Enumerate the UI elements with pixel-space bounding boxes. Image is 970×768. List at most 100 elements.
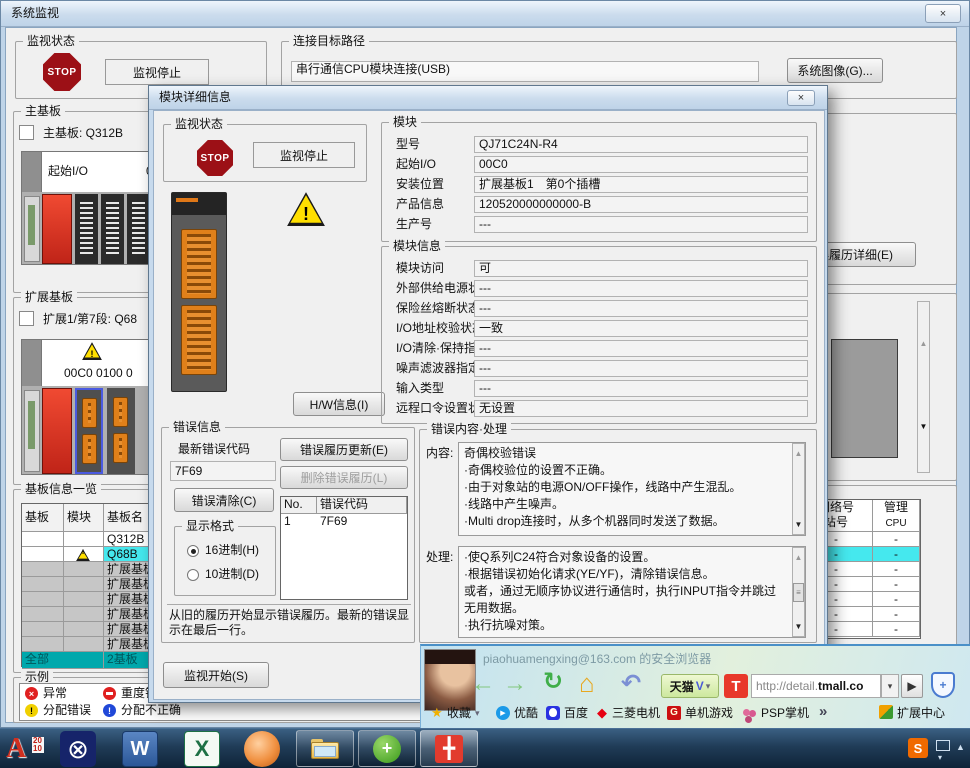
io-module — [101, 194, 124, 264]
window-switch-icon[interactable] — [936, 740, 950, 751]
dialog-title: 模块详细信息 — [159, 90, 231, 105]
error-action-box[interactable]: ·使Q系列C24符合对象设备的设置。 ·根据错误初始化请求(YE/YF)，清除错… — [458, 546, 806, 638]
module-led-strip — [176, 198, 198, 202]
slot-card — [28, 401, 35, 449]
undo-icon[interactable]: ↶ — [621, 672, 641, 696]
explorer-taskbar-button[interactable] — [296, 730, 354, 767]
field-label: 噪声滤波器指定 — [396, 361, 480, 376]
chevron-down-icon[interactable]: ▾ — [938, 754, 942, 762]
assign-error-icon: ! — [25, 704, 38, 717]
back-icon[interactable]: ← — [471, 672, 495, 696]
gx-works-taskbar-button[interactable]: ╋ — [420, 730, 478, 767]
field-value: 扩展基板1 第0个插槽 — [474, 176, 808, 193]
delete-error-history-button[interactable]: 删除错误履历(L) — [280, 466, 408, 489]
media-player-icon[interactable] — [244, 731, 280, 767]
bookmark-extension-center[interactable]: 扩展中心 — [897, 706, 945, 721]
window-close-button[interactable]: × — [925, 4, 961, 23]
more-bookmarks-icon[interactable]: » — [819, 704, 827, 719]
rack-empty-slot — [24, 196, 40, 262]
window-title: 系统监视 — [11, 6, 59, 21]
selected-comm-module[interactable] — [75, 388, 103, 474]
address-dropdown-button[interactable]: ▾ — [881, 674, 899, 698]
error-history-table[interactable]: No. 错误代码 1 7F69 — [280, 496, 408, 600]
power-module-red — [42, 388, 72, 474]
error-info-group: 错误信息 最新错误代码 7F69 错误履历更新(E) 删除错误履历(L) 错误清… — [161, 427, 415, 643]
bookmark-games[interactable]: 单机游戏 — [685, 706, 733, 721]
cad-tool-icon[interactable]: ⊗ — [60, 731, 96, 767]
scroll-thumb: ≡ — [793, 583, 804, 602]
latest-error-code-field: 7F69 — [170, 461, 276, 481]
bookmark-baidu[interactable]: 百度 — [564, 706, 588, 721]
bookmark-psp[interactable]: PSP掌机 — [761, 706, 809, 721]
browser-popup: piaohuamengxing@163.com 的安全浏览器 ← → ↻ ⌂ ↶… — [420, 644, 970, 728]
error-content-box[interactable]: 奇偶校验错误 ·奇偶校验位的设置不正确。 ·由于对象站的电源ON/OFF操作，线… — [458, 442, 806, 536]
scroll-up-icon: ▲ — [795, 445, 803, 462]
ext-base-checkbox[interactable] — [19, 311, 34, 326]
history-col-no: No. — [281, 497, 317, 513]
home-icon[interactable]: ⌂ — [579, 670, 595, 696]
go-icon: ▶ — [907, 679, 916, 693]
bookmark-youku[interactable]: 优酷 — [514, 706, 538, 721]
system-image-button[interactable]: 系统图像(G)... — [787, 58, 883, 83]
mitsubishi-icon[interactable]: ◆ — [597, 706, 607, 719]
col-header: 模块 — [64, 504, 104, 531]
hex-radio[interactable] — [187, 545, 199, 557]
games-icon[interactable]: G — [667, 706, 681, 720]
main-base-label: 主基板 — [21, 104, 65, 118]
right-scrollbar[interactable]: ▲ ▼ — [917, 301, 930, 473]
module-detail-dialog: 模块详细信息 × 监视状态 STOP 监视停止 ! H/W信息(I) — [148, 85, 828, 703]
error-info-label: 错误信息 — [169, 420, 225, 434]
extension-center-icon[interactable] — [879, 705, 893, 719]
dialog-monitor-state-box: 监视停止 — [253, 142, 355, 168]
dialog-monitor-label: 监视状态 — [171, 117, 227, 131]
action-scrollbar[interactable]: ▲ ≡ ▼ — [792, 547, 805, 637]
bookmark-mitsubishi[interactable]: 三菱电机 — [612, 706, 660, 721]
ext-base-label: 扩展基板 — [21, 290, 77, 304]
scroll-up-icon: ▲ — [795, 549, 803, 566]
forward-icon[interactable]: → — [503, 672, 527, 696]
module-info-group: 模块信息 模块访问 可 外部供给电源状态 --- 保险丝熔断状态 --- I/O… — [381, 246, 817, 424]
dialog-close-button[interactable]: × — [787, 90, 815, 106]
hw-info-button[interactable]: H/W信息(I) — [293, 392, 385, 416]
360-safety-taskbar-button[interactable]: + — [358, 730, 416, 767]
slot-card — [28, 205, 35, 245]
security-shield-icon[interactable]: + — [931, 672, 955, 698]
io-label: 起始I/O — [48, 164, 88, 179]
field-value: 120520000000000-B — [474, 196, 808, 213]
comm-module[interactable] — [107, 388, 135, 474]
content-scrollbar[interactable]: ▲ ▼ — [792, 443, 805, 535]
show-hidden-icons[interactable]: ▲ — [956, 743, 965, 752]
error-detail-group: 错误内容·处理 内容: 奇偶校验错误 ·奇偶校验位的设置不正确。 ·由于对象站的… — [419, 429, 817, 643]
clear-error-button[interactable]: 错误清除(C) — [174, 488, 274, 512]
connection-path-field[interactable]: 串行通信CPU模块连接(USB) — [291, 61, 759, 82]
scroll-up-icon[interactable]: ▲ — [920, 339, 928, 348]
history-row[interactable]: 1 7F69 — [281, 514, 407, 529]
go-button[interactable]: ▶ — [901, 674, 923, 698]
screen: 系统监视 × 监视状态 STOP 监视停止 连接目标路径 串行通信CPU模块连接… — [0, 0, 970, 768]
favorites-star-icon[interactable]: ★ — [431, 706, 443, 719]
bookmark-favorites[interactable]: 收藏 — [447, 706, 471, 721]
youku-icon[interactable]: ▶ — [496, 706, 510, 720]
error-history-note: 从旧的履历开始显示错误履历。最新的错误显示在最后一行。 — [167, 604, 411, 640]
rack-corner-cell — [22, 340, 42, 386]
search-engine-selector[interactable]: 天猫 T V ▾ — [661, 674, 719, 698]
word-icon[interactable]: W — [122, 731, 158, 767]
baidu-icon[interactable] — [546, 706, 560, 720]
close-icon: × — [798, 92, 804, 104]
chevron-down-icon: ▾ — [706, 681, 711, 692]
field-label: 起始I/O — [396, 157, 436, 172]
main-base-checkbox[interactable] — [19, 125, 34, 140]
excel-icon[interactable]: X — [184, 731, 220, 767]
scroll-down-icon[interactable]: ▼ — [920, 422, 928, 431]
engine-name: 天猫 — [670, 678, 694, 695]
dec-radio[interactable] — [187, 569, 199, 581]
monitor-start-button[interactable]: 监视开始(S) — [163, 662, 269, 688]
autocad-icon[interactable]: A 2010 — [6, 733, 50, 765]
sogou-input-icon[interactable]: S — [908, 738, 928, 758]
refresh-icon[interactable]: ↻ — [543, 670, 563, 694]
field-value: 可 — [474, 260, 808, 277]
update-error-history-button[interactable]: 错误履历更新(E) — [280, 438, 408, 461]
chevron-down-icon[interactable]: ▾ — [475, 709, 480, 718]
address-bar[interactable]: http://detail.tmall.co — [751, 674, 881, 698]
psp-icon[interactable] — [743, 709, 750, 716]
